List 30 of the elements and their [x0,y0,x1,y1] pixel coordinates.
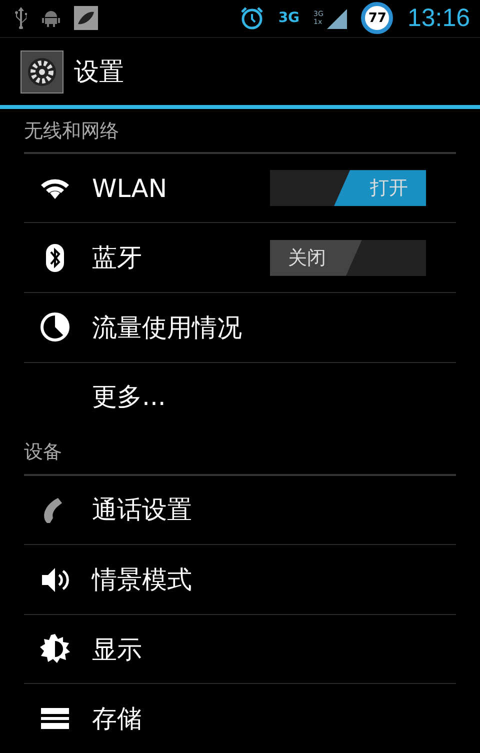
android-icon [42,9,60,28]
settings-item[interactable]: 更多... [24,362,456,432]
clock: 13:16 [407,4,470,33]
settings-item[interactable]: WLAN 打开 [24,154,456,224]
usb-icon [14,7,28,30]
screen-title: 设置 [74,56,124,88]
pie-chart-icon [38,310,72,344]
item-label: 存储 [92,703,143,736]
app-icon [74,6,98,30]
settings-item[interactable]: 显示 [24,614,456,684]
toggle-switch[interactable]: 关闭 [270,240,426,276]
settings-item[interactable]: 情景模式 [24,545,456,615]
settings-item[interactable]: 蓝牙 关闭 [24,223,456,293]
battery-indicator: 77 [361,2,394,34]
item-label: 显示 [92,634,143,666]
item-label: WLAN [92,174,168,203]
settings-item[interactable]: 流量使用情况 [24,292,456,363]
settings-icon[interactable] [20,50,64,94]
item-label: 情景模式 [92,564,193,596]
signal-icon [325,7,348,30]
item-label: 蓝牙 [92,242,143,274]
settings-item[interactable]: 通话设置 [24,476,456,546]
section-header: 无线和网络 [24,118,119,144]
section-header: 设备 [24,440,62,466]
item-label: 通话设置 [92,494,193,526]
item-label: 流量使用情况 [92,312,243,344]
item-label: 更多... [92,381,167,414]
alarm-icon [240,6,264,30]
settings-item[interactable]: 存储 [24,684,456,753]
network-type: 3G [278,10,300,26]
